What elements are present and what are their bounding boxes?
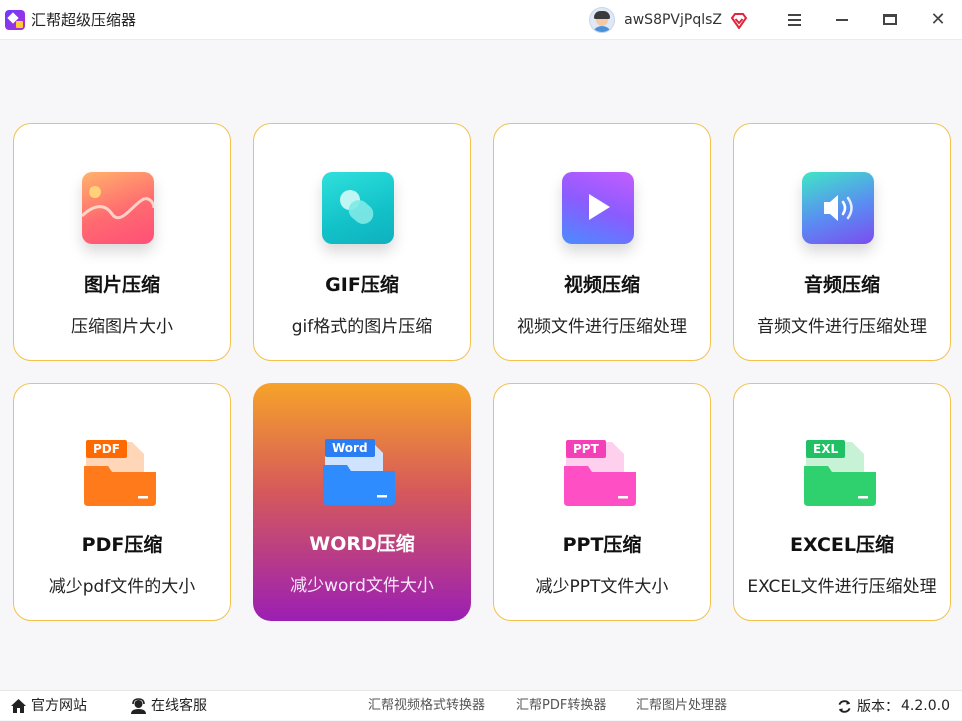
gif-icon (322, 172, 394, 244)
menu-icon[interactable] (770, 0, 818, 40)
refresh-icon (838, 699, 851, 713)
file-type-tag: PPT (566, 440, 606, 458)
card-title: WORD压缩 (309, 533, 415, 555)
title-bar: 汇帮超级压缩器 awS8PVjPqlsZ ✕ (0, 0, 962, 40)
card-title: 图片压缩 (83, 274, 160, 296)
card-title: EXCEL压缩 (790, 534, 894, 556)
file-type-tag: PDF (86, 440, 127, 458)
image-processor-link[interactable]: 汇帮图片处理器 (636, 691, 727, 721)
card-gif-compress[interactable]: GIF压缩 gif格式的图片压缩 (253, 123, 471, 361)
close-button[interactable]: ✕ (914, 0, 962, 40)
maximize-button[interactable] (866, 0, 914, 40)
online-support-link[interactable]: 在线客服 (130, 691, 207, 721)
card-desc: EXCEL文件进行压缩处理 (747, 577, 937, 597)
vip-diamond-icon[interactable] (730, 12, 748, 29)
close-icon: ✕ (930, 8, 946, 30)
user-avatar[interactable] (589, 6, 616, 33)
minimize-icon (836, 18, 848, 21)
support-agent-icon (131, 697, 146, 714)
minimize-button[interactable] (818, 0, 866, 40)
card-audio-compress[interactable]: 音频压缩 音频文件进行压缩处理 (733, 123, 951, 361)
ppt-folder-icon: PPT (562, 432, 638, 508)
file-type-tag: EXL (806, 440, 846, 458)
card-pdf-compress[interactable]: PDF PDF压缩 减少pdf文件的大小 (13, 383, 231, 621)
image-icon (82, 172, 154, 244)
excel-folder-icon: EXL (802, 432, 878, 508)
file-type-tag: Word (325, 439, 375, 457)
card-word-compress[interactable]: Word WORD压缩 减少word文件大小 (253, 383, 471, 621)
card-title: PDF压缩 (81, 534, 163, 556)
card-title: PPT压缩 (562, 534, 642, 556)
card-desc: 压缩图片大小 (71, 317, 173, 337)
card-title: 音频压缩 (803, 274, 880, 296)
card-desc: 减少PPT文件大小 (535, 577, 669, 597)
card-desc: 减少pdf文件的大小 (48, 577, 196, 597)
card-desc: gif格式的图片压缩 (291, 317, 433, 337)
audio-icon (802, 172, 874, 244)
app-logo-icon (5, 9, 25, 30)
card-title: GIF压缩 (325, 274, 399, 296)
card-video-compress[interactable]: 视频压缩 视频文件进行压缩处理 (493, 123, 711, 361)
version-info[interactable]: 版本： 4.2.0.0 (837, 691, 950, 721)
pdf-converter-link[interactable]: 汇帮PDF转换器 (516, 691, 606, 721)
home-icon (11, 699, 26, 713)
video-icon (562, 172, 634, 244)
card-desc: 减少word文件大小 (290, 576, 434, 596)
app-title: 汇帮超级压缩器 (31, 11, 137, 29)
online-support-label: 在线客服 (151, 698, 207, 714)
footer-bar: 官方网站 在线客服 汇帮视频格式转换器 汇帮PDF转换器 汇帮图片处理器 版本：… (0, 690, 962, 720)
username[interactable]: awS8PVjPqlsZ (624, 12, 722, 28)
card-title: 视频压缩 (563, 274, 640, 296)
maximize-icon (883, 14, 897, 25)
card-desc: 音频文件进行压缩处理 (757, 317, 927, 337)
official-website-label: 官方网站 (31, 698, 87, 714)
card-desc: 视频文件进行压缩处理 (517, 317, 687, 337)
version-number: 4.2.0.0 (901, 698, 950, 714)
word-folder-icon: Word (321, 431, 397, 507)
card-excel-compress[interactable]: EXL EXCEL压缩 EXCEL文件进行压缩处理 (733, 383, 951, 621)
official-website-link[interactable]: 官方网站 (10, 691, 87, 721)
pdf-folder-icon: PDF (82, 432, 158, 508)
video-converter-link[interactable]: 汇帮视频格式转换器 (368, 691, 485, 721)
version-label: 版本： (857, 699, 900, 715)
card-image-compress[interactable]: 图片压缩 压缩图片大小 (13, 123, 231, 361)
card-ppt-compress[interactable]: PPT PPT压缩 减少PPT文件大小 (493, 383, 711, 621)
